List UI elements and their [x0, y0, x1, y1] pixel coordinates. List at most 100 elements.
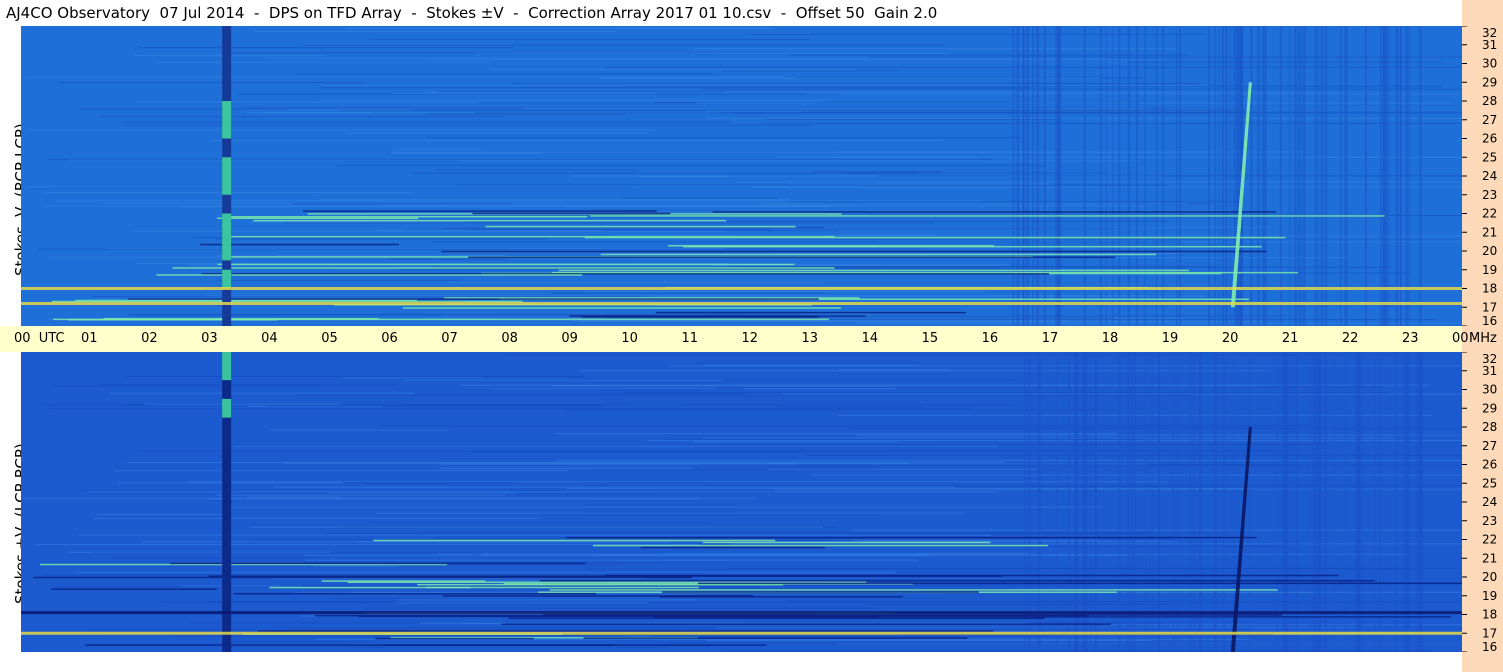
frequency-tick-label: 22: [1482, 207, 1497, 221]
noise-line: [265, 405, 605, 407]
noise-stripe: [1292, 352, 1294, 652]
noise-line: [742, 388, 896, 390]
time-tick-label: 06: [381, 331, 398, 346]
noise-line: [272, 486, 956, 488]
noise-line: [271, 578, 643, 580]
noise-line: [856, 322, 1462, 324]
vertical-band-segment: [222, 157, 232, 195]
noise-stripe: [1324, 26, 1328, 326]
noise-line: [766, 466, 877, 468]
frequency-tick-label: 20: [1482, 244, 1497, 258]
narrowband-line: [569, 315, 866, 317]
noise-line: [587, 291, 987, 293]
noise-stripe: [1302, 26, 1306, 326]
noise-line: [56, 200, 983, 202]
noise-line: [216, 238, 549, 240]
noise-stripe: [1379, 352, 1381, 652]
noise-line: [694, 48, 1178, 50]
noise-stripe: [1178, 26, 1182, 326]
narrowband-line: [375, 637, 534, 640]
time-tick-label: 16: [981, 331, 999, 346]
noise-line: [100, 384, 397, 386]
noise-line: [390, 152, 540, 154]
noise-line: [877, 175, 1462, 177]
noise-line: [246, 112, 371, 114]
noise-stripe: [1374, 352, 1377, 652]
noise-line: [48, 158, 992, 160]
noise-line: [735, 238, 1462, 240]
narrowband-line: [702, 541, 991, 544]
noise-line: [232, 445, 998, 447]
noise-stripe: [1233, 352, 1235, 652]
noise-line: [811, 474, 1462, 476]
noise-line: [801, 111, 1462, 113]
top-ylabel-area: Stokes -V (RCP-LCP): [0, 26, 30, 326]
noise-line: [838, 369, 951, 371]
noise-line: [398, 268, 1055, 270]
noise-line: [474, 52, 950, 54]
noise-line: [326, 492, 518, 494]
noise-line: [853, 529, 1462, 531]
noise-line: [314, 565, 399, 567]
noise-stripe: [1026, 26, 1029, 326]
noise-line: [79, 108, 289, 110]
noise-line: [432, 241, 1180, 243]
noise-line: [93, 517, 540, 519]
noise-line: [41, 404, 154, 406]
noise-stripe: [1172, 352, 1175, 652]
noise-line: [371, 522, 712, 524]
noise-line: [685, 444, 1326, 446]
noise-line: [375, 512, 964, 514]
noise-stripe: [1419, 352, 1423, 652]
narrowband-line: [233, 592, 596, 595]
noise-stripe: [1027, 352, 1031, 652]
narrowband-line: [75, 299, 418, 302]
noise-stripe: [1346, 26, 1348, 326]
noise-stripe: [1118, 352, 1121, 652]
time-tick-label: 22: [1341, 331, 1359, 346]
noise-stripe: [1357, 352, 1359, 652]
narrowband-line: [539, 579, 1375, 582]
narrowband-line: [661, 591, 979, 593]
noise-stripe: [1024, 352, 1027, 652]
noise-line: [824, 226, 1271, 228]
narrowband-line: [383, 644, 766, 646]
noise-line: [382, 204, 858, 206]
noise-line: [369, 38, 809, 40]
narrowband-line: [253, 219, 726, 222]
noise-line: [680, 404, 1012, 406]
chart-title: AJ4CO Observatory 07 Jul 2014 - DPS on T…: [0, 0, 1462, 26]
noise-line: [597, 555, 1133, 557]
frequency-tick-label: 17: [1482, 300, 1497, 314]
noise-line: [48, 407, 971, 409]
vertical-band-segment: [222, 269, 232, 289]
narrowband-line: [417, 583, 784, 586]
noise-line: [623, 391, 1389, 393]
time-tick-label: 08: [501, 331, 518, 346]
noise-stripe: [1222, 352, 1226, 652]
noise-stripe: [1144, 352, 1147, 652]
noise-line: [22, 497, 757, 499]
noise-line: [266, 57, 1107, 59]
noise-stripe: [1055, 26, 1058, 326]
narrowband-line: [373, 539, 776, 542]
noise-line: [746, 393, 1462, 395]
noise-stripe: [1135, 26, 1138, 326]
noise-stripe: [1383, 26, 1385, 326]
frequency-tick-label: 23: [1482, 514, 1497, 528]
frequency-tick-label: 30: [1482, 383, 1497, 397]
time-tick-label: 02: [141, 331, 158, 346]
frequency-tick-label: 21: [1482, 225, 1497, 239]
noise-line: [211, 139, 944, 141]
narrowband-line: [227, 215, 588, 218]
time-tick-label: 14: [861, 331, 879, 346]
noise-line: [601, 390, 701, 392]
noise-stripe: [1012, 26, 1015, 326]
narrowband-line: [590, 215, 1385, 217]
narrowband-line: [604, 574, 1339, 577]
narrowband-line: [170, 562, 586, 565]
noise-stripe: [1036, 26, 1040, 326]
time-tick-label: 11: [681, 331, 698, 346]
noise-stripe: [1057, 26, 1060, 326]
noise-line: [392, 92, 658, 94]
